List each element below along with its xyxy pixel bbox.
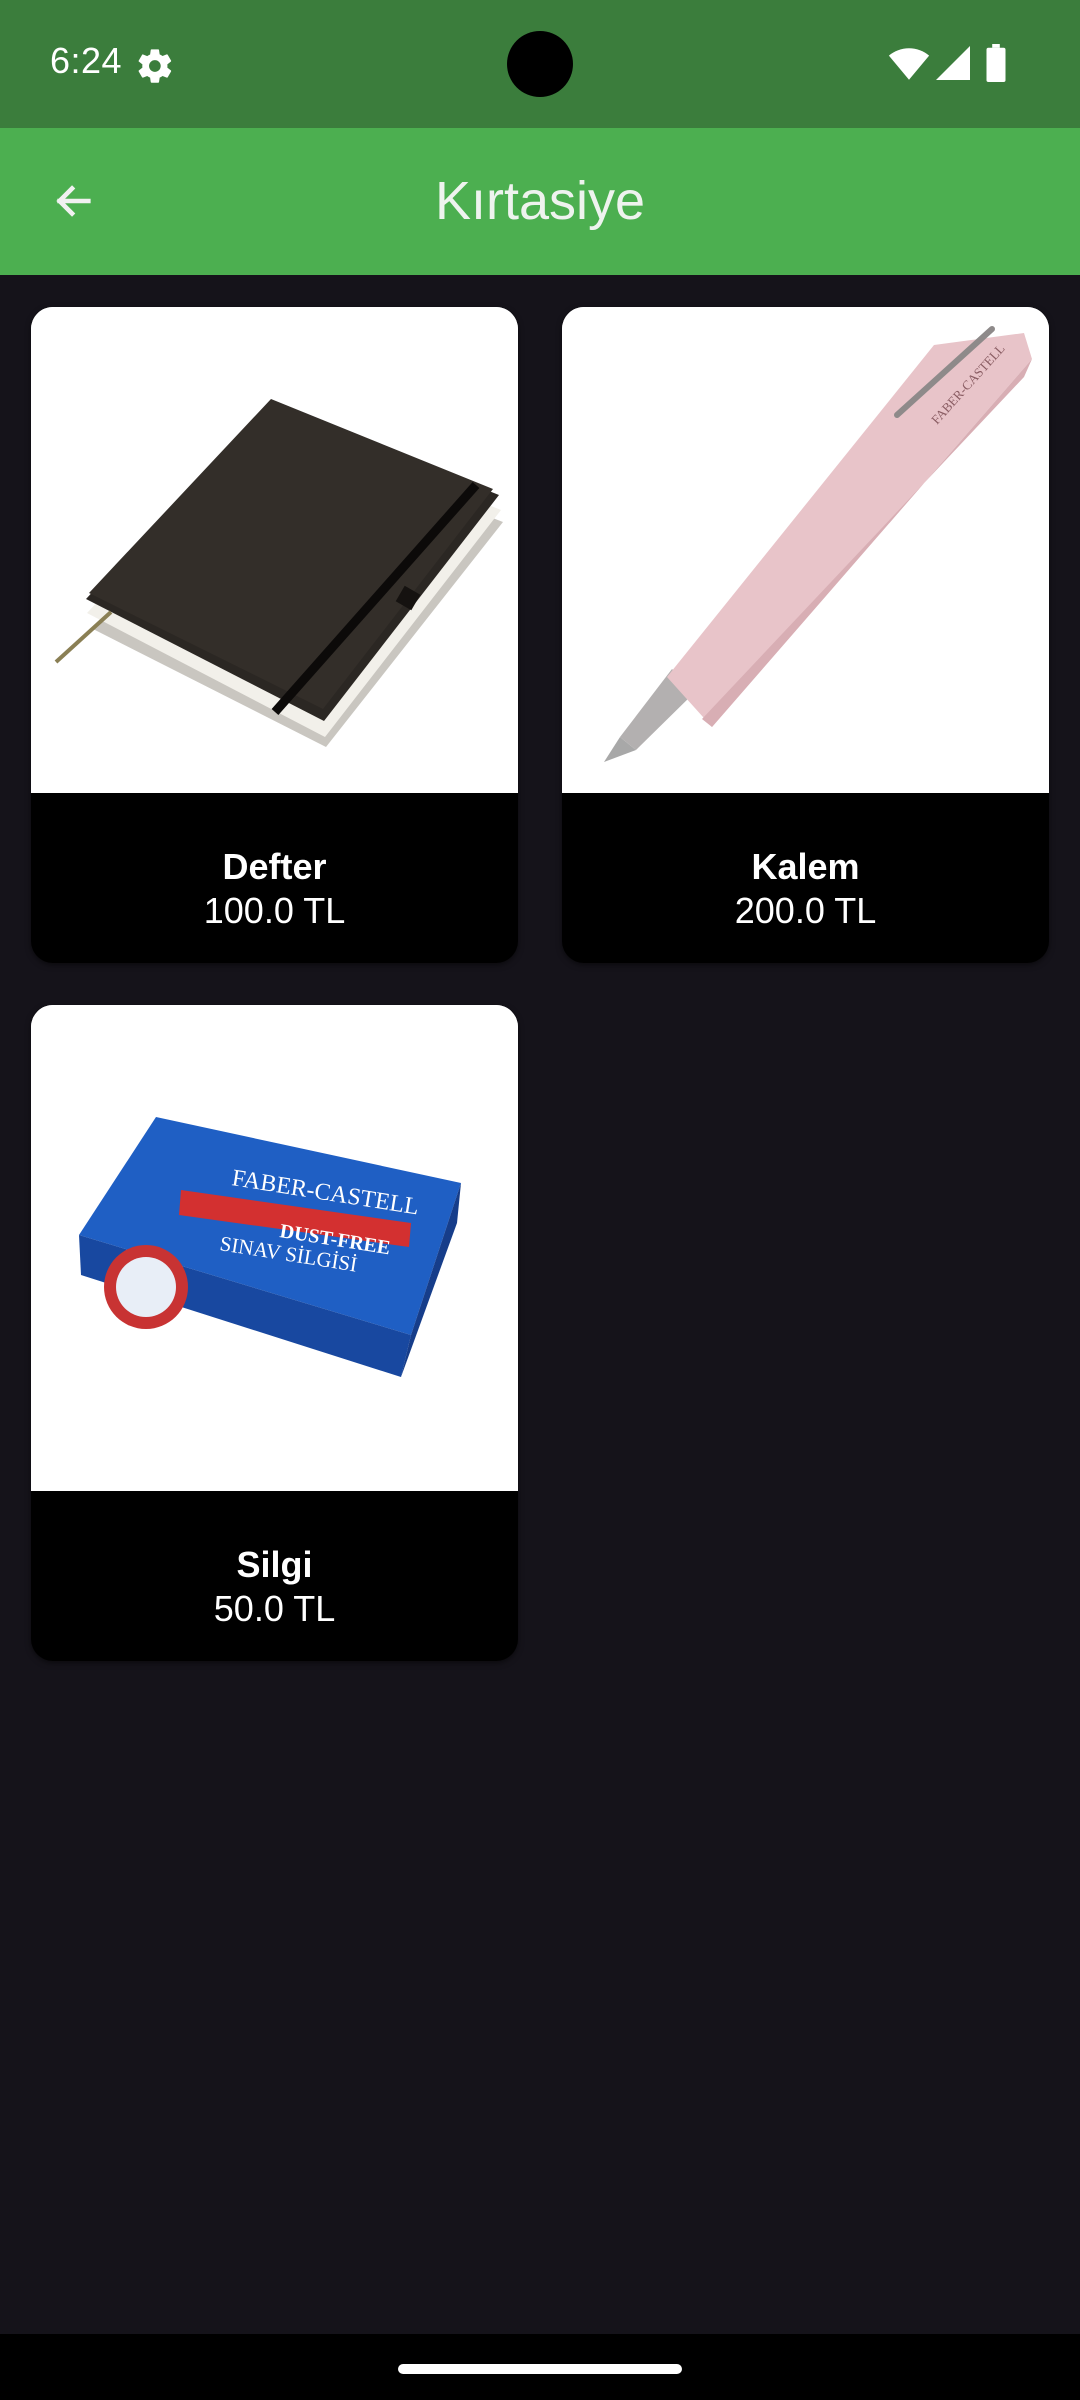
product-name: Defter <box>222 846 327 887</box>
product-card-kalem[interactable]: FABER-CASTELL Kalem 200.0 TL <box>562 307 1049 963</box>
product-card-silgi[interactable]: FABER-CASTELL DUST-FREE SINAV SİLGİSİ Si… <box>31 1005 518 1661</box>
battery-icon <box>986 44 1006 82</box>
product-name: Kalem <box>751 846 860 887</box>
product-price: 50.0 TL <box>213 1588 336 1629</box>
home-handle[interactable] <box>398 2364 682 2374</box>
product-name: Silgi <box>236 1544 313 1585</box>
product-price: 200.0 TL <box>734 890 877 931</box>
navigation-bar <box>0 2334 1080 2400</box>
notebook-image <box>31 307 518 793</box>
page-title: Kırtasiye <box>434 171 646 231</box>
product-card-defter[interactable]: Defter 100.0 TL <box>31 307 518 963</box>
status-bar: 6:24 <box>0 0 1080 128</box>
gear-icon <box>138 49 172 83</box>
product-price: 100.0 TL <box>203 890 346 931</box>
product-image-fountain-pen: FABER-CASTELL <box>562 307 1049 793</box>
front-camera <box>507 31 573 97</box>
product-image-notebook <box>31 307 518 793</box>
fountain-pen-image: FABER-CASTELL <box>562 307 1049 793</box>
app-bar: Kırtasiye <box>0 128 1080 275</box>
signal-icon <box>936 46 970 80</box>
status-time: 6:24 <box>50 40 123 81</box>
product-image-eraser: FABER-CASTELL DUST-FREE SINAV SİLGİSİ <box>31 1005 518 1491</box>
eraser-image: FABER-CASTELL DUST-FREE SINAV SİLGİSİ <box>31 1005 518 1491</box>
wifi-icon <box>888 48 930 80</box>
